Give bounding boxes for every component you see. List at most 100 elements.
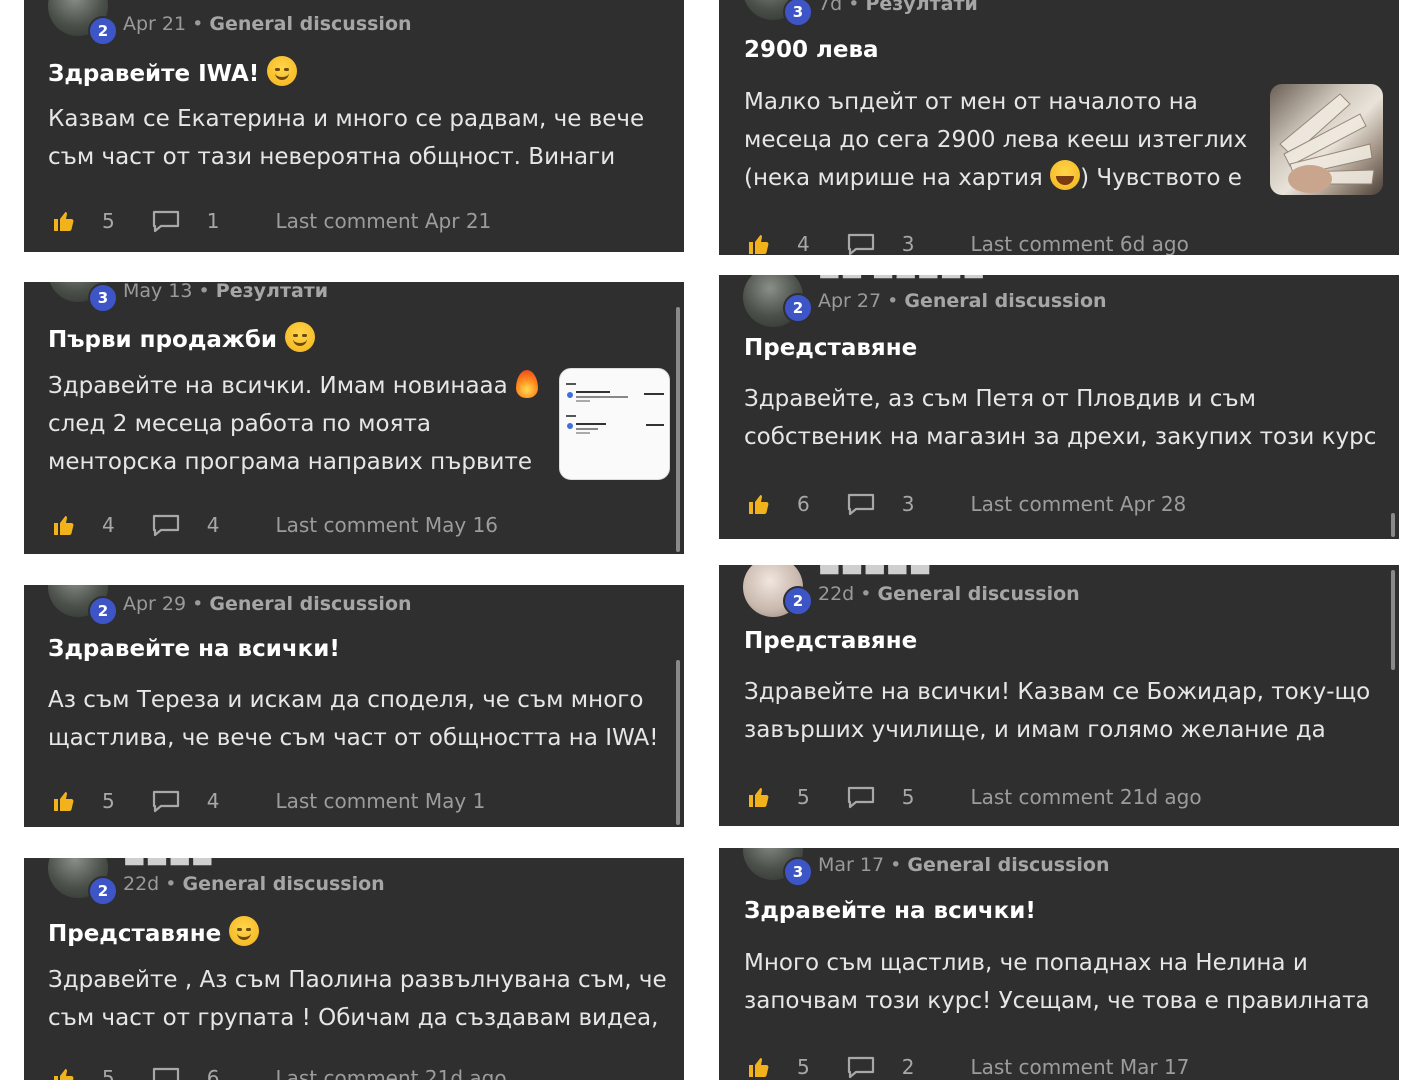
post-preview[interactable]: Здравейте на всички! Казвам се Божидар, … [744,673,1374,749]
post-card[interactable]: 3 Mar 17 • General discussion Здравейте … [719,848,1399,1080]
post-footer: 5 5 Last comment 21d ago [747,782,1202,812]
smiling-face-emoji-icon [267,56,298,86]
scrollbar[interactable] [676,307,680,552]
level-badge: 2 [88,16,118,46]
post-date: Apr 21 [123,13,187,35]
money-mouth-face-emoji-icon [285,322,315,352]
like-count: 4 [797,232,810,255]
post-preview[interactable]: Аз съм Тереза и искам да споделя, че съм… [48,681,678,757]
thumbs-up-icon[interactable] [747,492,771,516]
post-title[interactable]: Представяне [48,916,260,947]
post-title[interactable]: Представяне [744,628,917,654]
level-badge: 3 [88,283,118,313]
comment-count: 4 [206,789,220,813]
post-meta: Apr 27 • General discussion [818,290,1107,312]
comment-icon[interactable] [151,513,181,537]
screenshot-preview-image [566,383,664,434]
post-meta: 22d • General discussion [818,583,1080,605]
post-title[interactable]: Представяне [744,335,917,361]
comment-icon[interactable] [846,1055,876,1079]
post-meta: Apr 29 • General discussion [123,593,412,615]
post-meta: May 13 • Резултати [123,282,329,302]
comment-icon[interactable] [151,209,181,233]
thumbs-up-icon[interactable] [52,209,76,233]
comment-count: 5 [901,785,915,809]
comment-icon[interactable] [846,492,876,516]
post-date: Apr 27 [818,290,882,312]
level-badge: 2 [88,876,118,906]
post-preview[interactable]: Здравейте, аз съм Петя от Пловдив и съм … [744,380,1384,456]
like-count: 5 [102,1066,115,1080]
post-preview[interactable]: Здравейте , Аз съм Паолина развълнувана … [48,961,678,1037]
post-card[interactable]: 3 7d • Резултати 2900 лева Малко ъпдейт … [719,0,1399,255]
comment-count: 2 [901,1055,915,1079]
post-card[interactable]: 2 Apr 29 • General discussion Здравейте … [24,585,684,827]
post-preview[interactable]: Казвам се Екатерина и много се радвам, ч… [48,100,668,176]
level-badge: 2 [783,293,813,323]
last-comment: Last comment 21d ago [970,785,1202,809]
post-preview[interactable]: Много съм щастлив, че попаднах на Нелина… [744,944,1374,1020]
post-preview[interactable]: Здравейте на всички. Имам новинааа след … [48,367,548,481]
post-footer: 4 3 Last comment 6d ago [747,229,1189,255]
scrollbar[interactable] [1391,513,1395,537]
post-date: Mar 17 [818,854,885,876]
author-name-partial: ▬▬▬▬ ▬▬▬▬ [123,858,303,868]
comment-icon[interactable] [151,1066,181,1080]
post-category[interactable]: General discussion [209,593,411,615]
post-date: 7d [818,0,843,15]
post-meta: Mar 17 • General discussion [818,854,1110,876]
comment-count: 6 [206,1066,220,1080]
post-card[interactable]: 2 ▬▬ ▬▬▬▬▬ Apr 27 • General discussion П… [719,275,1399,539]
scrollbar[interactable] [1391,570,1395,670]
post-category[interactable]: Резултати [865,0,977,15]
post-title[interactable]: Първи продажби [48,322,315,353]
comment-icon[interactable] [846,232,876,255]
hugging-face-emoji-icon [229,916,260,946]
post-preview[interactable]: Малко ъпдейт от мен от началото на месец… [744,83,1254,197]
post-category[interactable]: General discussion [209,13,411,35]
post-category[interactable]: Резултати [216,282,328,302]
post-footer: 4 4 Last comment May 16 [52,510,498,540]
laughing-face-emoji-icon [1050,160,1081,190]
thumbs-up-icon[interactable] [52,1066,76,1080]
post-date: 22d [123,873,160,895]
post-meta: Apr 21 • General discussion [123,13,412,35]
like-count: 5 [102,209,115,233]
post-title[interactable]: Здравейте на всички! [744,898,1036,924]
like-count: 5 [797,785,810,809]
last-comment: Last comment Mar 17 [970,1055,1190,1079]
post-footer: 5 1 Last comment Apr 21 [52,206,491,236]
comment-count: 3 [901,492,915,516]
comment-icon[interactable] [151,789,181,813]
post-title[interactable]: 2900 лева [744,37,879,63]
post-category[interactable]: General discussion [907,854,1109,876]
post-category[interactable]: General discussion [878,583,1080,605]
post-card[interactable]: 2 ▬▬▬▬▬ ▬▬▬▬▬ 22d • General discussion П… [719,565,1399,826]
post-card[interactable]: 2 Apr 21 • General discussion Здравейте … [24,0,684,252]
post-category[interactable]: General discussion [904,290,1106,312]
last-comment: Last comment Apr 21 [275,209,492,233]
thumbs-up-icon[interactable] [52,789,76,813]
thumbs-up-icon[interactable] [747,232,771,255]
level-badge: 3 [783,857,813,887]
level-badge: 2 [88,596,118,626]
post-image-thumbnail[interactable] [1270,84,1383,195]
comment-icon[interactable] [846,785,876,809]
post-category[interactable]: General discussion [183,873,385,895]
comment-count: 1 [206,209,220,233]
last-comment: Last comment 21d ago [275,1066,507,1080]
post-card[interactable]: 2 ▬▬▬▬ ▬▬▬▬ 22d • General discussion Пре… [24,858,684,1080]
level-badge: 3 [783,0,813,27]
post-card[interactable]: 3 May 13 • Резултати Първи продажби Здра… [24,282,684,554]
post-title[interactable]: Здравейте на всички! [48,636,340,662]
post-image-thumbnail[interactable] [559,368,670,480]
level-badge: 2 [783,586,813,616]
banknotes-image [1279,93,1375,193]
thumbs-up-icon[interactable] [52,513,76,537]
thumbs-up-icon[interactable] [747,1055,771,1079]
post-title[interactable]: Здравейте IWA! [48,56,298,87]
thumbs-up-icon[interactable] [747,785,771,809]
scrollbar[interactable] [676,660,680,825]
author-name-partial: ▬▬▬▬▬ ▬▬▬▬▬ [818,565,998,577]
comment-count: 4 [206,513,220,537]
